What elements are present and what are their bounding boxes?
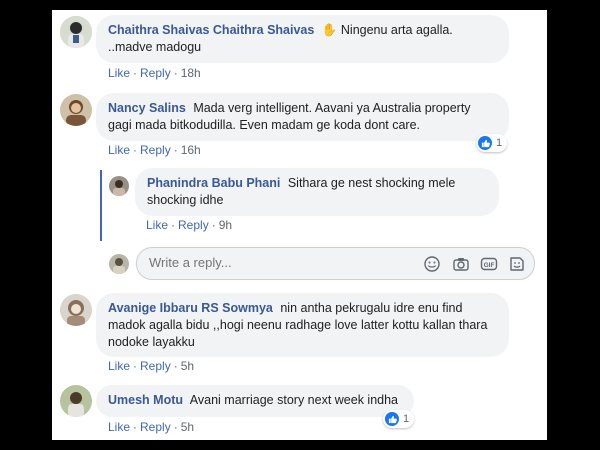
avatar[interactable] bbox=[60, 16, 92, 48]
current-user-avatar bbox=[109, 254, 129, 274]
comment-author[interactable]: Nancy Salins bbox=[108, 101, 186, 115]
comment-bubble: Phanindra Babu Phani Sithara ge nest sho… bbox=[135, 168, 499, 216]
comment-text-line2: ..madve madogu bbox=[108, 40, 202, 54]
separator-dot: · bbox=[211, 218, 216, 232]
avatar[interactable] bbox=[109, 176, 129, 196]
reply-input[interactable] bbox=[147, 254, 411, 271]
reply-link[interactable]: Reply bbox=[140, 66, 171, 80]
like-link[interactable]: Like bbox=[146, 218, 168, 232]
gif-icon[interactable]: GIF bbox=[480, 255, 498, 273]
separator-dot: · bbox=[171, 218, 176, 232]
reaction-count[interactable]: 1 bbox=[383, 410, 415, 428]
comment-text: Avani marriage story next week indha bbox=[189, 393, 399, 407]
separator-dot: · bbox=[173, 66, 178, 80]
like-link[interactable]: Like bbox=[108, 359, 130, 373]
separator-dot: · bbox=[173, 359, 178, 373]
comment-author[interactable]: Chaithra Shaivas Chaithra Shaivas bbox=[108, 23, 314, 37]
svg-text:GIF: GIF bbox=[484, 262, 495, 269]
avatar[interactable] bbox=[60, 94, 92, 126]
person-avatar-image bbox=[60, 16, 92, 48]
sticker-icon[interactable] bbox=[508, 255, 526, 273]
comment-bubble: Nancy Salins Mada verg intelligent. Aava… bbox=[96, 93, 509, 141]
timestamp[interactable]: 16h bbox=[181, 143, 201, 157]
comment-actions: Like · Reply · 5h bbox=[108, 359, 194, 373]
timestamp[interactable]: 5h bbox=[181, 359, 194, 373]
separator-dot: · bbox=[173, 420, 178, 434]
person-avatar-image bbox=[109, 176, 129, 196]
reply-link[interactable]: Reply bbox=[178, 218, 209, 232]
comment-actions: Like · Reply · 16h bbox=[108, 143, 201, 157]
comment-bubble: Avanige Ibbaru RS Sowmya nin antha pekru… bbox=[96, 293, 509, 357]
reaction-number: 1 bbox=[403, 413, 410, 425]
person-avatar-image bbox=[60, 294, 92, 326]
comment-actions: Like · Reply · 9h bbox=[146, 218, 232, 232]
comment-panel: Chaithra Shaivas Chaithra Shaivas ✋ Ning… bbox=[52, 10, 547, 440]
timestamp[interactable]: 18h bbox=[181, 66, 201, 80]
timestamp[interactable]: 5h bbox=[181, 420, 194, 434]
person-avatar-image bbox=[60, 385, 92, 417]
like-link[interactable]: Like bbox=[108, 66, 130, 80]
person-avatar-image bbox=[109, 254, 129, 274]
like-link[interactable]: Like bbox=[108, 420, 130, 434]
separator-dot: · bbox=[133, 143, 138, 157]
comment-bubble: Chaithra Shaivas Chaithra Shaivas ✋ Ning… bbox=[96, 15, 509, 63]
comment-author[interactable]: Umesh Motu bbox=[108, 393, 183, 407]
comment-author[interactable]: Avanige Ibbaru RS Sowmya bbox=[108, 301, 273, 315]
separator-dot: · bbox=[133, 66, 138, 80]
avatar[interactable] bbox=[60, 294, 92, 326]
separator-dot: · bbox=[173, 143, 178, 157]
reaction-number: 1 bbox=[496, 137, 503, 149]
reply-link[interactable]: Reply bbox=[140, 420, 171, 434]
timestamp[interactable]: 9h bbox=[219, 218, 232, 232]
comment-actions: Like · Reply · 18h bbox=[108, 66, 201, 80]
reaction-count[interactable]: 1 bbox=[476, 134, 508, 152]
separator-dot: · bbox=[133, 420, 138, 434]
reply-link[interactable]: Reply bbox=[140, 359, 171, 373]
comment-bubble: Umesh Motu Avani marriage story next wee… bbox=[96, 385, 414, 417]
thumbs-up-icon bbox=[385, 412, 399, 426]
separator-dot: · bbox=[133, 359, 138, 373]
reply-link[interactable]: Reply bbox=[140, 143, 171, 157]
comment-text: Ningenu arta agalla. bbox=[340, 23, 453, 37]
like-link[interactable]: Like bbox=[108, 143, 130, 157]
avatar[interactable] bbox=[60, 385, 92, 417]
comment-author[interactable]: Phanindra Babu Phani bbox=[147, 176, 280, 190]
hand-emoji: ✋ bbox=[321, 23, 338, 37]
reply-thread-line bbox=[100, 170, 102, 241]
thumbs-up-icon bbox=[478, 136, 492, 150]
comment-actions: Like · Reply · 5h bbox=[108, 420, 194, 434]
reply-input-box[interactable]: GIF bbox=[136, 247, 535, 280]
person-avatar-image bbox=[60, 94, 92, 126]
camera-icon[interactable] bbox=[452, 255, 470, 273]
emoji-icon[interactable] bbox=[423, 255, 441, 273]
